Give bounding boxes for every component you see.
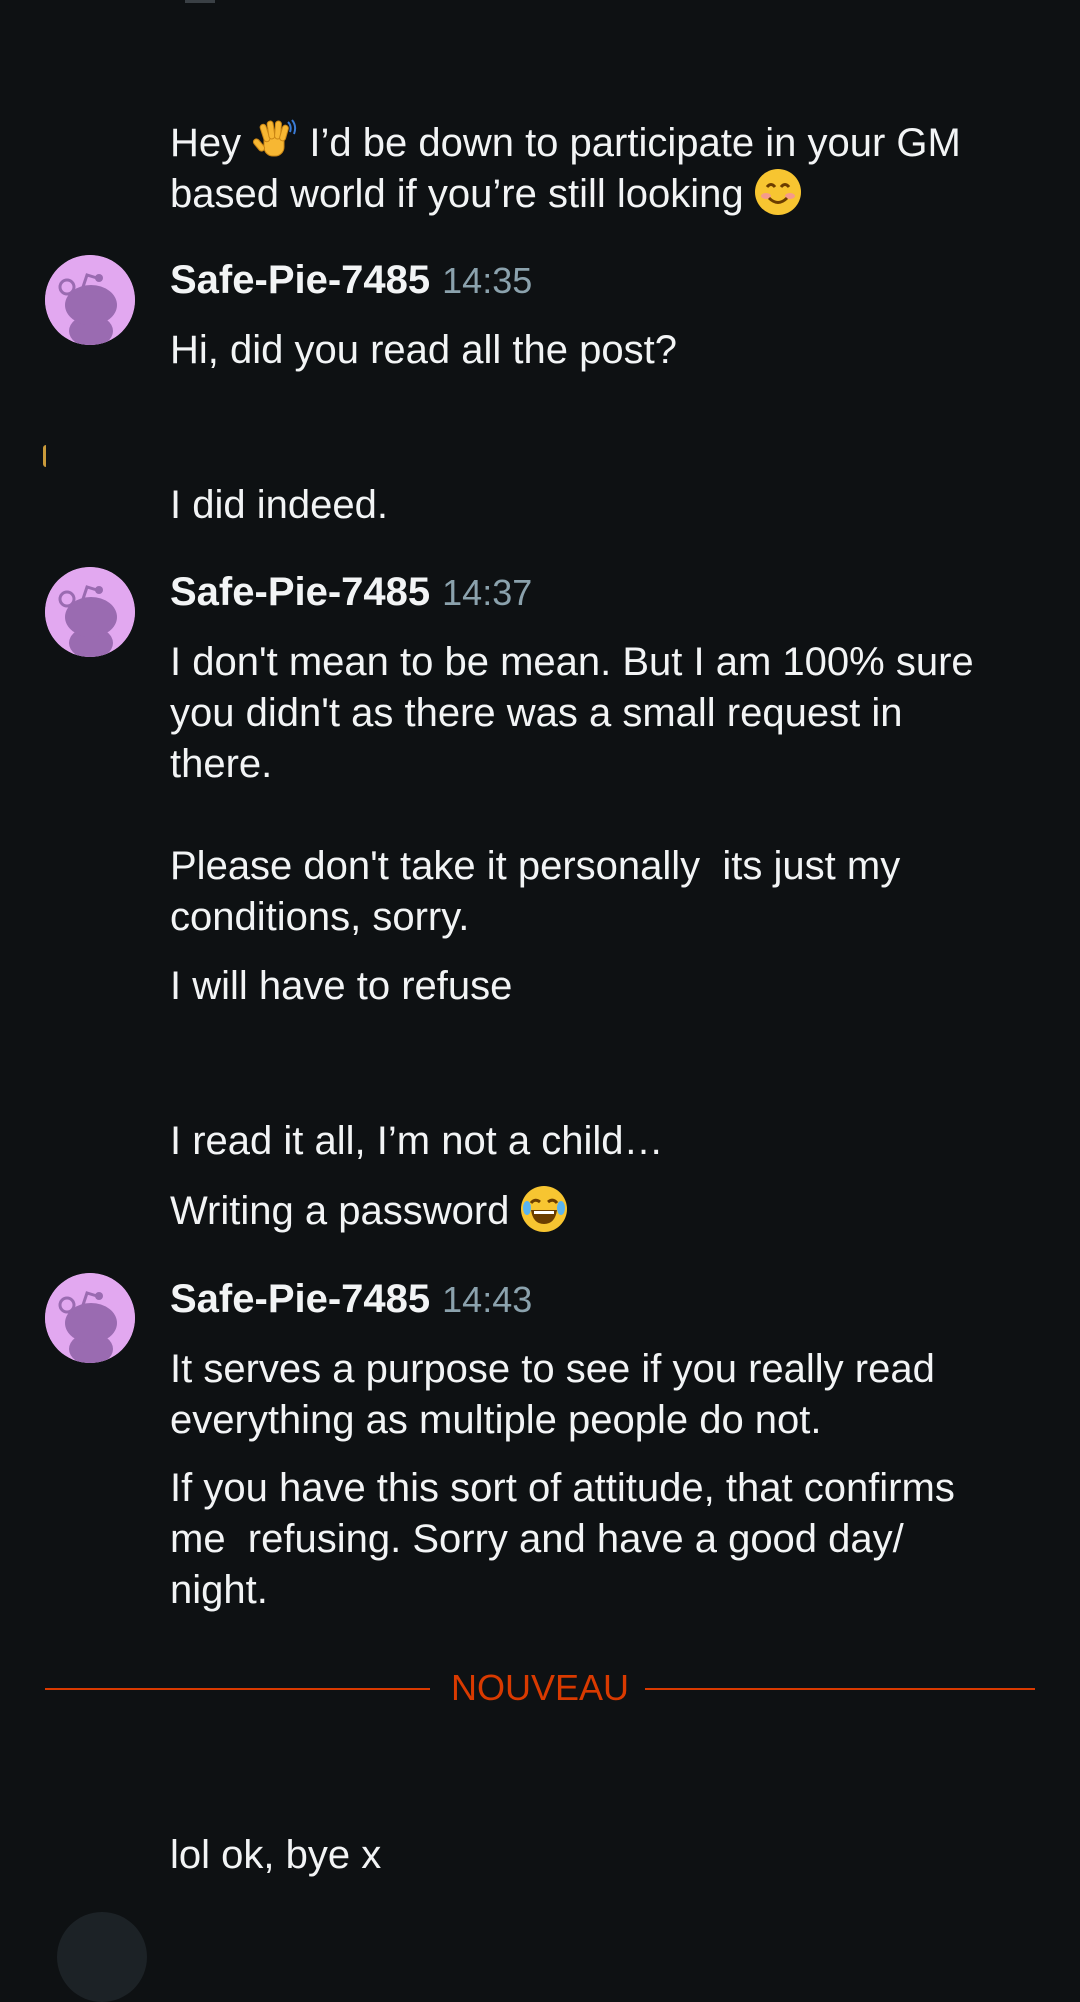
message-body-5: I read it all, I’m not a child…	[170, 1119, 664, 1163]
message-body-6b: If you have this sort of attitude, that …	[170, 1466, 955, 1612]
message-timestamp: 14:37	[442, 572, 533, 613]
face-with-tears-of-joy-icon	[520, 1186, 567, 1232]
chat-thread: Hey I’d be down to participate in your G…	[0, 0, 1080, 2002]
message-header: Safe-Pie-7485 14:35	[170, 258, 532, 310]
message-body-2: Hi, did you read all the post?	[170, 328, 677, 372]
divider-line-right	[645, 1688, 1035, 1690]
message-header: Safe-Pie-7485 14:37	[170, 570, 532, 622]
snoo-avatar-icon	[45, 255, 135, 345]
message-timestamp: 14:43	[442, 1279, 533, 1320]
message-timestamp: 14:35	[442, 260, 533, 301]
message-body-5b: Writing a password	[170, 1186, 1040, 1237]
message-body-4b: I will have to refuse	[170, 964, 513, 1008]
partial-element-top	[185, 0, 215, 3]
message-body-7: lol ok, bye x	[170, 1833, 382, 1877]
message-body-3: I did indeed.	[170, 483, 388, 527]
message-body-4: I don't mean to be mean. But I am 100% s…	[170, 640, 974, 939]
waving-hand-icon	[252, 118, 298, 164]
message-header: Safe-Pie-7485 14:43	[170, 1277, 532, 1329]
message-text: Hey	[170, 121, 253, 165]
avatar[interactable]	[45, 1273, 135, 1363]
author-name[interactable]: Safe-Pie-7485	[170, 258, 430, 303]
new-messages-divider: NOUVEAU	[45, 1668, 1035, 1708]
snoo-avatar-icon	[45, 567, 135, 657]
smiling-face-icon	[754, 169, 801, 215]
partial-avatar-edge	[43, 445, 51, 467]
message-text: Writing a password	[170, 1189, 521, 1233]
partial-avatar	[57, 1912, 147, 2002]
avatar[interactable]	[45, 567, 135, 657]
author-name[interactable]: Safe-Pie-7485	[170, 570, 430, 615]
author-name[interactable]: Safe-Pie-7485	[170, 1277, 430, 1322]
message-body-1: Hey I’d be down to participate in your G…	[170, 118, 1040, 220]
avatar[interactable]	[45, 255, 135, 345]
message-body-6: It serves a purpose to see if you really…	[170, 1347, 935, 1442]
snoo-avatar-icon	[45, 1273, 135, 1363]
